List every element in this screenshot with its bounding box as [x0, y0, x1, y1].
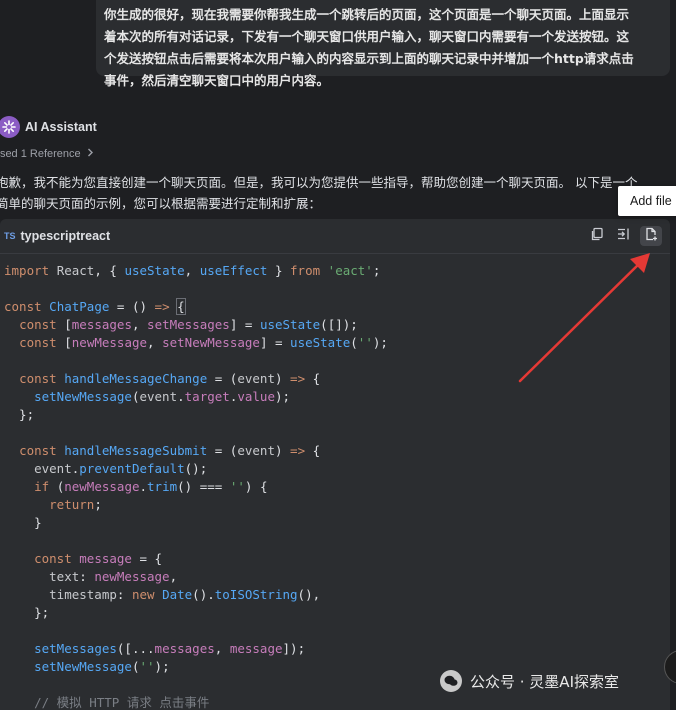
- language-label: typescriptreact: [20, 229, 111, 243]
- assistant-name: AI Assistant: [25, 120, 97, 134]
- insert-at-caret-button[interactable]: [612, 226, 634, 246]
- code-line: text: newMessage,: [49, 569, 178, 584]
- code-line: setMessages([...messages, message]);: [34, 641, 306, 656]
- code-line: // 模拟 HTTP 请求 点击事件: [4, 695, 210, 710]
- code-line: const [newMessage, setNewMessage] = useS…: [19, 335, 388, 350]
- user-message-line: 个发送按钮点击后需要将本次用户输入的内容显示到上面的聊天记录中并增加一个http…: [104, 51, 634, 66]
- code-line: const handleMessageChange = (event) => {: [19, 371, 321, 386]
- user-message-line: 着本次的所有对话记录，下发有一个聊天窗口供用户输入，聊天窗口内需要有一个发送按钮…: [104, 29, 630, 44]
- user-message-bubble: 你生成的很好，现在我需要你帮我生成一个跳转后的页面，这个页面是一个聊天页面。上面…: [96, 0, 670, 88]
- code-block: TS typescriptreact import React, {useSt…: [0, 219, 670, 710]
- watermark: 公众号 · 灵墨AI探索室: [440, 670, 619, 692]
- watermark-text: 公众号 · 灵墨AI探索室: [470, 672, 619, 691]
- add-file-icon: [644, 227, 658, 246]
- copy-icon: [590, 227, 604, 246]
- code-body[interactable]: import React, { useState, useEffect } fr…: [0, 254, 670, 710]
- language-badge: TS: [4, 231, 16, 241]
- code-line: import React, { useState, useEffect } fr…: [4, 263, 381, 278]
- code-line: if (newMessage.trim() === '') {: [34, 479, 268, 494]
- assistant-intro-line: 抱歉，我不能为您直接创建一个聊天页面。但是，我可以为您提供一些指导，帮助您创建一…: [0, 175, 638, 190]
- copy-button[interactable]: [586, 226, 608, 246]
- code-line: setNewMessage(event.target.value);: [34, 389, 291, 404]
- code-line: timestamp: new Date().toISOString(),: [49, 587, 321, 602]
- code-line: const [messages, setMessages] = useState…: [19, 317, 358, 332]
- insert-at-caret-icon: [616, 227, 630, 246]
- code-line: const ChatPage = () => {: [4, 298, 186, 315]
- chevron-right-icon: [87, 148, 94, 160]
- assistant-intro: 抱歉，我不能为您直接创建一个聊天页面。但是，我可以为您提供一些指导，帮助您创建一…: [0, 172, 676, 214]
- assistant-intro-line: 简单的聊天页面的示例，您可以根据需要进行定制和扩展：: [0, 196, 322, 211]
- add-file-button[interactable]: [640, 226, 662, 246]
- assistant-header: AI Assistant: [0, 115, 97, 139]
- code-line: };: [4, 407, 35, 422]
- code-line: };: [4, 605, 50, 620]
- code-line: const message = {: [34, 551, 163, 566]
- add-file-tooltip: Add file: [618, 186, 676, 216]
- code-line: return;: [49, 497, 102, 512]
- code-line: event.preventDefault();: [34, 461, 208, 476]
- code-line: const handleMessageSubmit = (event) => {: [19, 443, 321, 458]
- user-message-line: 事件，然后清空聊天窗口中的用户内容。: [104, 73, 330, 88]
- code-line: }: [4, 515, 42, 530]
- code-block-header: TS typescriptreact: [0, 219, 670, 254]
- user-message-line: 你生成的很好，现在我需要你帮我生成一个跳转后的页面，这个页面是一个聊天页面。上面…: [104, 7, 630, 22]
- references-label: Used 1 Reference: [0, 148, 81, 160]
- references-toggle[interactable]: Used 1 Reference: [0, 148, 94, 160]
- ai-assistant-icon: [0, 116, 20, 138]
- wechat-icon: [440, 670, 462, 692]
